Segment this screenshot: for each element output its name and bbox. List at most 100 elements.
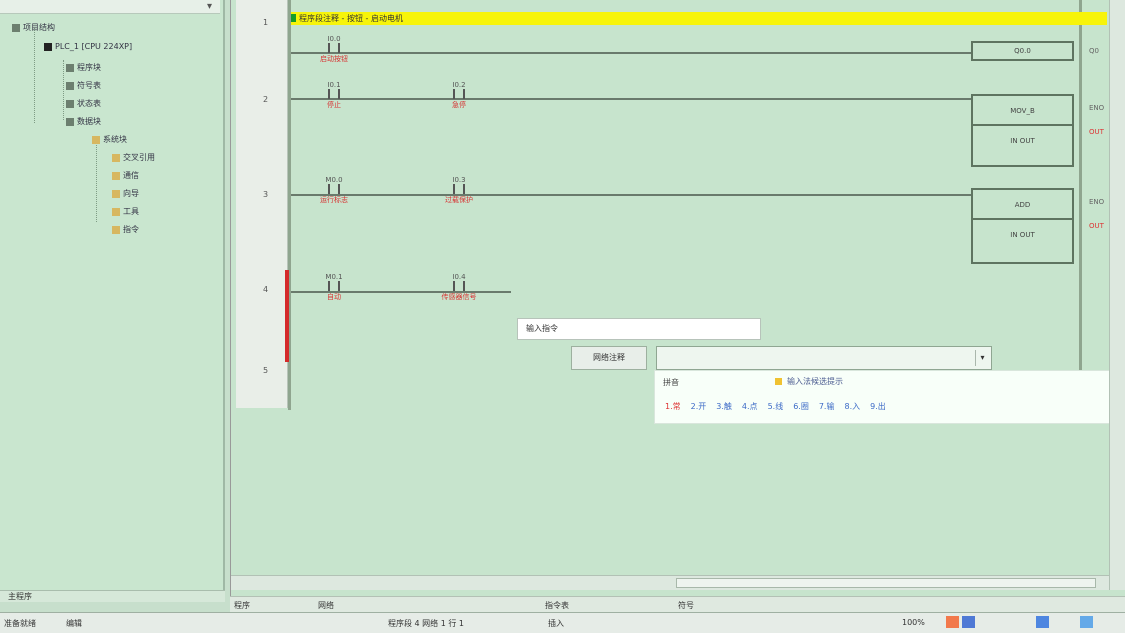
tree-system-block[interactable]: 系统块 bbox=[92, 134, 127, 145]
ime-candidate[interactable]: 7.输 bbox=[819, 401, 835, 412]
tree-bottom-tab[interactable]: 主程序 bbox=[0, 590, 225, 602]
ladder-contact[interactable]: I0.1 停止 bbox=[311, 81, 357, 110]
tree-tools[interactable]: 工具 bbox=[112, 206, 139, 217]
tree-cross-reference[interactable]: 交叉引用 bbox=[112, 152, 155, 163]
ladder-editor[interactable]: 1 2 3 4 5 程序段注释 - 按钮 - 启动电机 I0.0 启动按钮 I0.… bbox=[230, 0, 1125, 600]
rung-number: 4 bbox=[263, 285, 269, 294]
function-block-pins: IN OUT bbox=[1010, 231, 1035, 239]
plc-icon bbox=[44, 42, 52, 51]
side-mark: OUT bbox=[1089, 222, 1104, 230]
tree-status-table[interactable]: 状态表 bbox=[66, 98, 101, 109]
close-icon[interactable]: ▾ bbox=[207, 1, 212, 12]
status-position: 程序段 4 网络 1 行 1 bbox=[388, 619, 464, 628]
network-comment-button[interactable]: 网络注释 bbox=[571, 346, 647, 370]
contact-address: M0.1 bbox=[325, 273, 343, 281]
network-title-bar[interactable]: 程序段注释 - 按钮 - 启动电机 bbox=[291, 12, 1107, 25]
tree-data-label: 数据块 bbox=[77, 117, 101, 126]
function-block[interactable]: MOV_B IN OUT bbox=[971, 94, 1074, 167]
instruction-input[interactable]: 输入指令 bbox=[517, 318, 761, 340]
contact-address: I0.3 bbox=[452, 176, 466, 184]
contact-symbol-icon bbox=[436, 281, 482, 291]
project-tree-panel: ▾ 项目结构 PLC_1 [CPU 224XP] 程序块 符号表 状态表 数据块… bbox=[0, 0, 225, 602]
window-icon[interactable] bbox=[1036, 616, 1049, 628]
tree-wizard-label: 向导 bbox=[123, 189, 139, 198]
right-power-rail bbox=[1079, 0, 1082, 390]
contact-address: I0.0 bbox=[327, 35, 341, 43]
contact-symbol-icon bbox=[436, 89, 482, 99]
status-tab[interactable]: 指令表 bbox=[545, 600, 569, 611]
ime-candidate[interactable]: 4.点 bbox=[742, 401, 758, 412]
chart-icon[interactable] bbox=[962, 616, 975, 628]
contact-symbol-icon bbox=[311, 43, 357, 53]
status-mode: 编辑 bbox=[66, 619, 82, 628]
ladder-contact[interactable]: I0.2 急停 bbox=[436, 81, 482, 110]
function-block-pins: IN OUT bbox=[1010, 137, 1035, 145]
ime-candidate[interactable]: 8.入 bbox=[844, 401, 860, 412]
tree-plc-item[interactable]: PLC_1 [CPU 224XP] bbox=[44, 42, 132, 51]
side-mark: Q0 bbox=[1089, 47, 1099, 55]
ime-candidate[interactable]: 9.出 bbox=[870, 401, 886, 412]
zoom-level[interactable]: 100% bbox=[902, 618, 925, 627]
table-icon bbox=[66, 81, 74, 90]
tree-cross-label: 交叉引用 bbox=[123, 153, 155, 162]
tree-wizard[interactable]: 向导 bbox=[112, 188, 139, 199]
network-marker-icon bbox=[291, 14, 296, 22]
settings-icon[interactable] bbox=[1080, 616, 1093, 628]
vertical-scrollbar[interactable] bbox=[1109, 0, 1125, 590]
tree-root-item[interactable]: 项目结构 bbox=[12, 22, 55, 33]
ime-candidate[interactable]: 5.线 bbox=[768, 401, 784, 412]
side-mark: OUT bbox=[1089, 128, 1104, 136]
ladder-contact[interactable]: I0.3 过载保护 bbox=[436, 176, 482, 205]
tree-symbol-table[interactable]: 符号表 bbox=[66, 80, 101, 91]
contact-address: I0.2 bbox=[452, 81, 466, 89]
chevron-down-icon[interactable]: ▾ bbox=[975, 350, 989, 366]
network-wire bbox=[291, 98, 971, 100]
record-icon[interactable] bbox=[946, 616, 959, 628]
ime-hint-text: 输入法候选提示 bbox=[787, 377, 843, 386]
status-tab[interactable]: 程序 bbox=[234, 600, 250, 611]
status-tab[interactable]: 网络 bbox=[318, 600, 334, 611]
contact-symbol-icon bbox=[311, 281, 357, 291]
horizontal-scrollbar[interactable] bbox=[231, 575, 1109, 590]
tree-instructions[interactable]: 指令 bbox=[112, 224, 139, 235]
contact-label: 启动按钮 bbox=[320, 55, 348, 63]
ladder-contact[interactable]: M0.1 自动 bbox=[311, 273, 357, 302]
tree-data-block[interactable]: 数据块 bbox=[66, 116, 101, 127]
ime-candidate[interactable]: 3.触 bbox=[716, 401, 732, 412]
tree-bottom-label: 主程序 bbox=[8, 592, 32, 601]
tree-header: ▾ bbox=[0, 0, 220, 14]
tree-tools-label: 工具 bbox=[123, 207, 139, 216]
ime-candidate[interactable]: 6.圈 bbox=[793, 401, 809, 412]
tree-program-blocks[interactable]: 程序块 bbox=[66, 62, 101, 73]
function-block[interactable]: ADD IN OUT bbox=[971, 188, 1074, 264]
scroll-thumb[interactable] bbox=[676, 578, 1096, 588]
ladder-contact[interactable]: I0.0 启动按钮 bbox=[311, 35, 357, 64]
folder-icon bbox=[12, 23, 20, 32]
function-block-label: ADD bbox=[973, 190, 1072, 220]
contact-label: 传感器信号 bbox=[441, 293, 477, 301]
block-icon bbox=[66, 63, 74, 72]
contact-label: 停止 bbox=[327, 101, 341, 109]
status-tab[interactable]: 符号 bbox=[678, 600, 694, 611]
instruction-combo[interactable]: ▾ bbox=[656, 346, 992, 370]
ime-label: 拼音 bbox=[663, 378, 679, 387]
coil-output[interactable]: Q0.0 bbox=[971, 41, 1074, 61]
contact-label: 运行标志 bbox=[320, 196, 348, 204]
ime-candidate[interactable]: 2.开 bbox=[691, 401, 707, 412]
network-wire bbox=[291, 52, 971, 54]
status-icon bbox=[66, 99, 74, 108]
ladder-contact[interactable]: M0.0 运行标志 bbox=[311, 176, 357, 205]
instructions-icon bbox=[112, 225, 120, 234]
coil-label: Q0.0 bbox=[1014, 47, 1031, 55]
tree-instructions-label: 指令 bbox=[123, 225, 139, 234]
instruction-input-value: 输入指令 bbox=[526, 324, 558, 333]
ladder-contact[interactable]: I0.4 传感器信号 bbox=[436, 273, 482, 302]
contact-symbol-icon bbox=[436, 184, 482, 194]
tree-system-label: 系统块 bbox=[103, 135, 127, 144]
network-wire bbox=[291, 194, 971, 196]
tree-root-label: 项目结构 bbox=[23, 23, 55, 32]
tree-communication[interactable]: 通信 bbox=[112, 170, 139, 181]
ime-candidate-popup[interactable]: 拼音 输入法候选提示 1.常 2.开 3.触 4.点 5.线 6.圈 7.输 8… bbox=[654, 370, 1125, 424]
ime-candidate[interactable]: 1.常 bbox=[665, 401, 681, 412]
rung-number: 3 bbox=[263, 190, 269, 199]
